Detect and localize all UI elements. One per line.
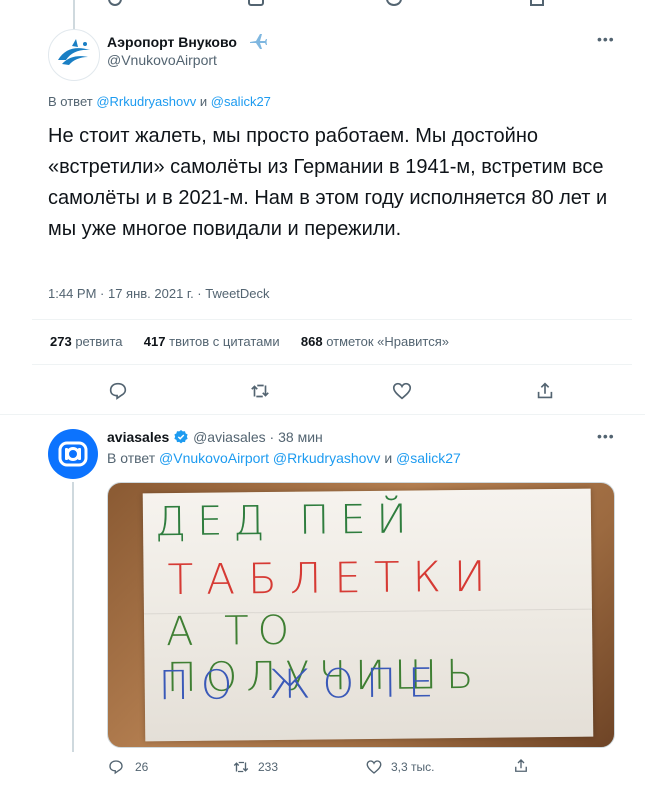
attached-image[interactable]: ДЕД ПЕЙ ТАБЛЕТКИ А ТО ПОЛУЧИШЬ ПО ЖОПЕ (107, 482, 615, 748)
reply-action[interactable]: 26 (107, 758, 148, 776)
airplane-icon (248, 31, 268, 56)
tweet-timestamp[interactable]: 1:44 PM · 17 янв. 2021 г. · TweetDeck (48, 286, 270, 301)
aviasales-logo-icon (58, 441, 88, 467)
like-action[interactable]: 3,3 тыс. (365, 758, 434, 776)
divider (0, 414, 645, 415)
mention-link[interactable]: @VnukovoAirport (159, 450, 269, 466)
share-icon[interactable] (534, 380, 556, 402)
like-count: 3,3 тыс. (391, 760, 435, 774)
quotes-stat[interactable]: 417 твитов с цитатами (144, 334, 280, 349)
like-icon[interactable] (391, 380, 413, 402)
author-name[interactable]: aviasales (107, 429, 169, 445)
like-icon (366, 760, 382, 774)
prev-tweet-action-fragment (530, 0, 544, 6)
mention-link[interactable]: @salick27 (211, 94, 271, 109)
author-name[interactable]: Аэропорт Внуково (107, 34, 237, 50)
tweet-stats: 273 ретвита 417 твитов с цитатами 868 от… (50, 334, 449, 349)
divider (32, 319, 632, 320)
likes-stat[interactable]: 868 отметок «Нравится» (301, 334, 449, 349)
prev-tweet-action-fragment (108, 0, 122, 6)
thread-line (72, 482, 74, 752)
thread-line (73, 0, 75, 30)
retweets-stat[interactable]: 273 ретвита (50, 334, 123, 349)
more-options-icon[interactable]: ••• (597, 31, 615, 47)
reply-prefix: В ответ (48, 94, 93, 109)
mention-link[interactable]: @salick27 (396, 450, 461, 466)
reply-context: В ответ @Rrkudryashovv и @salick27 (48, 94, 271, 109)
avatar-aviasales[interactable] (48, 429, 98, 479)
tweet-text: Не стоит жалеть, мы просто работаем. Мы … (48, 125, 608, 240)
reply-icon[interactable] (107, 380, 129, 402)
vnukovo-logo-icon (58, 39, 90, 65)
share-icon[interactable] (512, 757, 530, 775)
reply-count: 26 (135, 760, 149, 774)
separator-dot: · (269, 429, 275, 445)
tweet2-header: aviasales @aviasales · 38 мин (107, 429, 323, 448)
more-options-icon[interactable]: ••• (597, 428, 615, 444)
author-handle[interactable]: @aviasales (193, 429, 266, 445)
divider (32, 364, 632, 365)
reply-context: В ответ @VnukovoAirport @Rrkudryashovv и… (107, 450, 461, 466)
reply-and: и (199, 94, 208, 109)
reply-icon (109, 760, 123, 775)
retweet-count: 233 (258, 760, 279, 774)
prev-tweet-action-fragment (248, 0, 264, 6)
sign-line-4: ПО ЖОПЕ (158, 660, 446, 710)
retweet-icon (233, 761, 249, 773)
avatar-vnukovo[interactable] (48, 29, 100, 81)
tweet-time[interactable]: 38 мин (278, 429, 323, 445)
retweet-icon[interactable] (249, 380, 271, 402)
author-handle[interactable]: @VnukovoAirport (107, 52, 217, 68)
reply-prefix: В ответ (107, 450, 156, 466)
sign-line-1: ДЕД ПЕЙ (154, 496, 418, 546)
mention-link[interactable]: @Rrkudryashovv (273, 450, 381, 466)
retweet-action[interactable]: 233 (232, 758, 278, 776)
mention-link[interactable]: @Rrkudryashovv (96, 94, 196, 109)
reply-and: и (384, 450, 393, 466)
paper-sign: ДЕД ПЕЙ ТАБЛЕТКИ А ТО ПОЛУЧИШЬ ПО ЖОПЕ (142, 488, 594, 742)
verified-badge-icon (173, 429, 189, 448)
sign-line-2: ТАБЛЕТКИ (167, 551, 499, 605)
prev-tweet-action-fragment (386, 0, 402, 6)
